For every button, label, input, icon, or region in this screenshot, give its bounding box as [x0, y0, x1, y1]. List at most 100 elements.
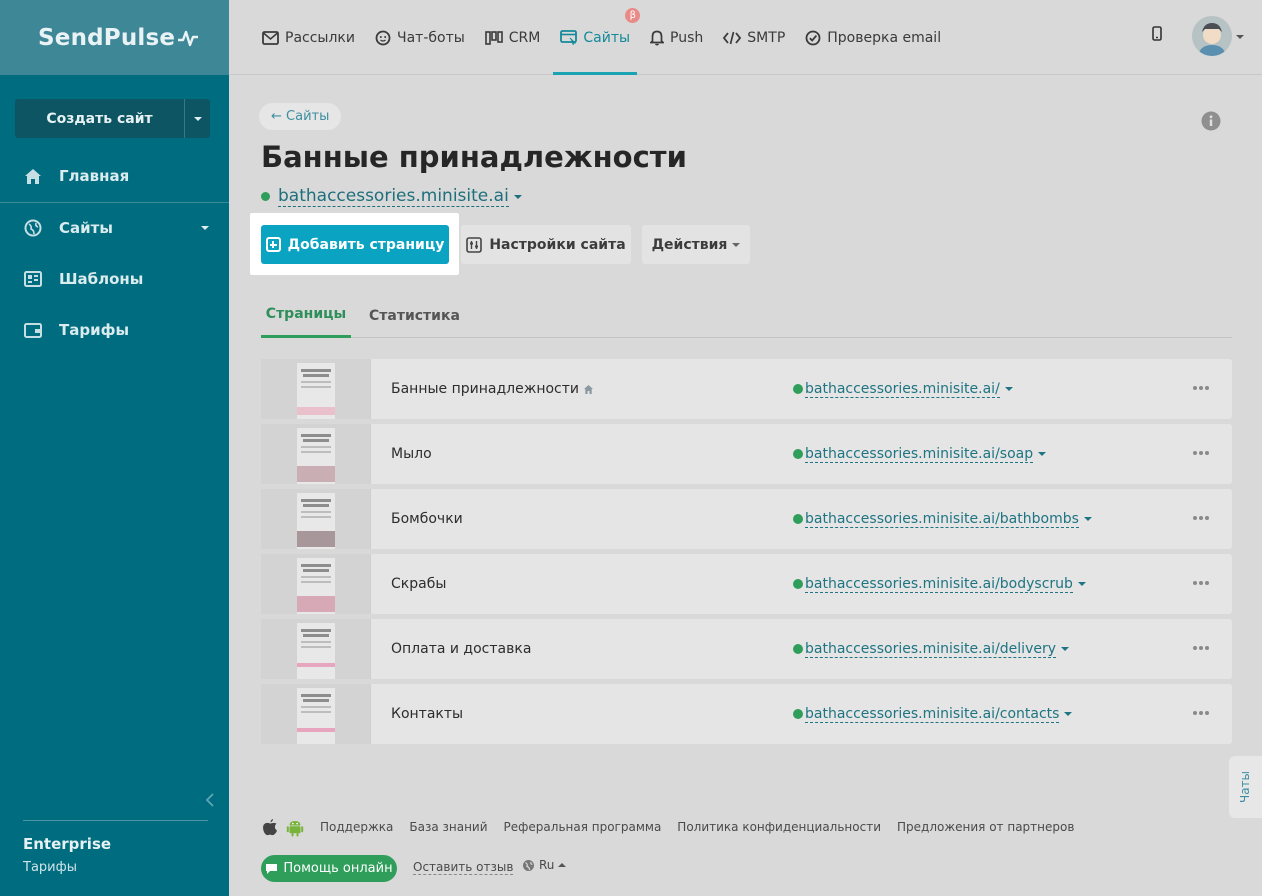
topnav-push[interactable]: Push [650, 0, 703, 75]
more-options-icon[interactable] [1193, 451, 1211, 455]
more-options-icon[interactable] [1193, 711, 1211, 715]
topnav-email-verification[interactable]: Проверка email [805, 0, 941, 75]
page-url-selector[interactable]: bathaccessories.minisite.ai/bodyscrub [793, 554, 1086, 614]
page-row[interactable]: Оплата и доставка bathaccessories.minisi… [261, 619, 1232, 679]
topnav-sites[interactable]: Сайты β [553, 0, 641, 75]
site-domain-selector[interactable]: bathaccessories.minisite.ai [261, 186, 522, 207]
plus-square-icon [265, 237, 281, 252]
leave-feedback-link[interactable]: Оставить отзыв [413, 860, 514, 875]
topnav-smtp[interactable]: SMTP [723, 0, 785, 75]
site-settings-label: Настройки сайта [489, 236, 626, 253]
more-options-icon[interactable] [1193, 646, 1211, 650]
page-url-selector[interactable]: bathaccessories.minisite.ai/delivery [793, 619, 1070, 679]
page-row[interactable]: Бомбочки bathaccessories.minisite.ai/bat… [261, 489, 1232, 549]
chevron-down-icon [1038, 452, 1047, 456]
chevron-down-icon [1077, 582, 1086, 586]
create-site-group: Создать сайт [15, 99, 210, 138]
footer-link-partners[interactable]: Предложения от партнеров [897, 820, 1074, 834]
add-page-button[interactable]: Добавить страницу [261, 225, 449, 264]
info-icon[interactable] [1201, 111, 1221, 135]
footer-links: Поддержка База знаний Реферальная програ… [262, 815, 1082, 839]
site-settings-button[interactable]: Настройки сайта [461, 225, 631, 264]
globe-icon [522, 859, 535, 872]
bell-icon [650, 30, 665, 46]
page-url-selector[interactable]: bathaccessories.minisite.ai/soap [793, 424, 1047, 484]
topnav-label: Рассылки [285, 29, 355, 46]
chevron-down-icon [732, 242, 741, 247]
page-url-link[interactable]: bathaccessories.minisite.ai/soap [805, 446, 1034, 463]
sidebar-item-tariffs[interactable]: Тарифы [0, 308, 229, 352]
chevron-up-icon [558, 863, 567, 867]
page-name[interactable]: Банные принадлежности [391, 359, 594, 419]
plan-tariffs-link[interactable]: Тарифы [23, 860, 77, 875]
topbar: Рассылки Чат-боты CRM Сайты β Push SMTP … [229, 0, 1262, 75]
chevron-down-icon [1061, 647, 1070, 651]
collapse-sidebar-button[interactable] [205, 792, 215, 812]
chevron-down-icon [513, 194, 522, 199]
sidebar-item-sites[interactable]: Сайты [0, 206, 229, 250]
topnav-label: Push [670, 29, 704, 46]
page-thumbnail[interactable] [261, 489, 371, 549]
apple-icon[interactable] [262, 818, 278, 836]
create-site-dropdown[interactable] [184, 99, 210, 138]
page-url-selector[interactable]: bathaccessories.minisite.ai/contacts [793, 684, 1073, 744]
site-tabs: Страницы Статистика [261, 293, 1232, 338]
page-row[interactable]: Мыло bathaccessories.minisite.ai/soap [261, 424, 1232, 484]
page-row[interactable]: Контакты bathaccessories.minisite.ai/con… [261, 684, 1232, 744]
page-name-text: Банные принадлежности [391, 381, 580, 397]
logo-text: SendPulse [38, 24, 176, 51]
footer-link-support[interactable]: Поддержка [320, 820, 393, 834]
back-to-sites-link[interactable]: ← Сайты [259, 103, 342, 130]
more-options-icon[interactable] [1193, 581, 1211, 585]
chevron-left-icon [205, 793, 214, 807]
tab-statistics[interactable]: Статистика [369, 293, 460, 338]
site-domain-link[interactable]: bathaccessories.minisite.ai [278, 186, 509, 207]
page-thumbnail[interactable] [261, 684, 371, 744]
page-url-selector[interactable]: bathaccessories.minisite.ai/ [793, 359, 1013, 419]
sidebar-item-label: Тарифы [59, 321, 130, 339]
sendpulse-logo[interactable]: SendPulse [38, 25, 199, 51]
more-options-icon[interactable] [1193, 516, 1211, 520]
page-url-link[interactable]: bathaccessories.minisite.ai/bodyscrub [805, 576, 1073, 593]
crm-icon [484, 30, 503, 45]
page-url-link[interactable]: bathaccessories.minisite.ai/ [805, 381, 1000, 398]
page-thumbnail[interactable] [261, 424, 371, 484]
mail-icon [262, 30, 279, 45]
page-row[interactable]: Банные принадлежности bathaccessories.mi… [261, 359, 1232, 419]
chevron-down-icon[interactable] [1236, 35, 1244, 39]
page-thumbnail[interactable] [261, 619, 371, 679]
page-row[interactable]: Скрабы bathaccessories.minisite.ai/bodys… [261, 554, 1232, 614]
actions-dropdown[interactable]: Действия [642, 225, 750, 264]
page-thumbnail[interactable] [261, 359, 371, 419]
sidebar-item-templates[interactable]: Шаблоны [0, 257, 229, 301]
footer-link-referral[interactable]: Реферальная программа [504, 820, 662, 834]
online-help-button[interactable]: Помощь онлайн [261, 855, 397, 882]
create-site-button[interactable]: Создать сайт [15, 99, 184, 138]
page-name[interactable]: Мыло [391, 424, 432, 484]
page-name[interactable]: Контакты [391, 684, 463, 744]
page-thumbnail[interactable] [261, 554, 371, 614]
page-url-selector[interactable]: bathaccessories.minisite.ai/bathbombs [793, 489, 1092, 549]
topnav-mailings[interactable]: Рассылки [262, 0, 355, 75]
page-name[interactable]: Оплата и доставка [391, 619, 531, 679]
footer-link-privacy[interactable]: Политика конфиденциальности [677, 820, 881, 834]
topnav-chatbots[interactable]: Чат-боты [375, 0, 465, 75]
android-icon[interactable] [286, 818, 304, 837]
mobile-app-icon[interactable] [1152, 26, 1162, 45]
page-name[interactable]: Бомбочки [391, 489, 463, 549]
language-selector[interactable]: Ru [522, 858, 567, 872]
page-url-link[interactable]: bathaccessories.minisite.ai/delivery [805, 641, 1057, 658]
chevron-down-icon [201, 226, 209, 230]
page-title: Банные принадлежности [261, 140, 687, 174]
page-url-link[interactable]: bathaccessories.minisite.ai/bathbombs [805, 511, 1079, 528]
topnav-crm[interactable]: CRM [484, 0, 540, 75]
chats-tab[interactable]: Чаты [1229, 756, 1262, 818]
sidebar-item-home[interactable]: Главная [0, 154, 229, 198]
tab-pages[interactable]: Страницы [261, 293, 351, 338]
page-name[interactable]: Скрабы [391, 554, 446, 614]
page-url-link[interactable]: bathaccessories.minisite.ai/contacts [805, 706, 1060, 723]
more-options-icon[interactable] [1193, 386, 1211, 390]
chevron-down-icon [193, 116, 202, 121]
user-avatar[interactable] [1192, 16, 1232, 56]
footer-link-knowledge-base[interactable]: База знаний [409, 820, 487, 834]
